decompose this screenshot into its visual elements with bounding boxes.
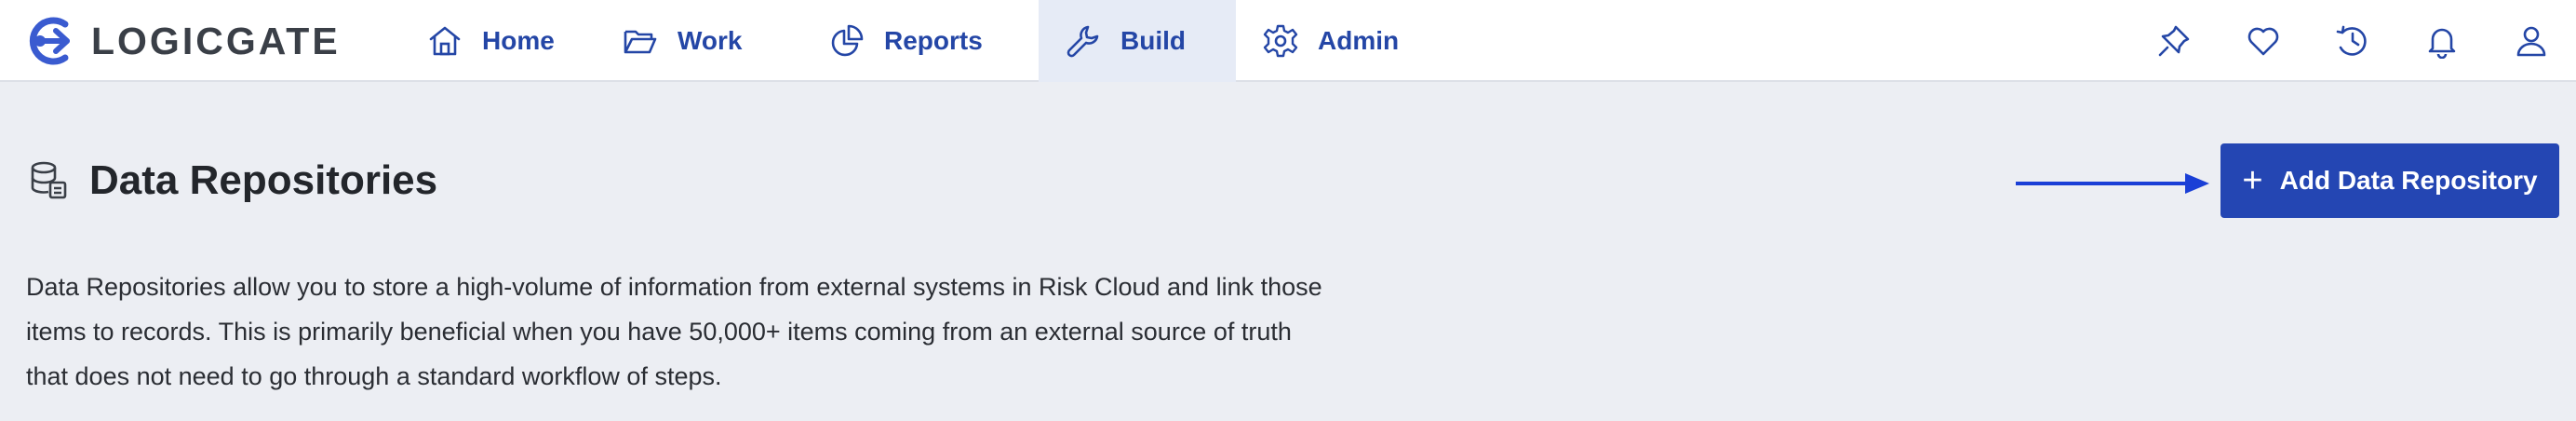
nav-item-work[interactable]: Work: [596, 0, 802, 82]
user-icon: [2516, 26, 2546, 57]
wrench-icon: [1067, 25, 1099, 58]
user-profile-button[interactable]: [2487, 0, 2576, 82]
nav-item-label: Admin: [1318, 26, 1400, 55]
notifications-button[interactable]: [2397, 0, 2487, 82]
utility-icons: [2129, 0, 2576, 82]
pin-icon: [2158, 25, 2190, 57]
heart-icon: [2247, 27, 2279, 56]
pin-button[interactable]: [2129, 0, 2219, 82]
nav-item-label: Work: [678, 26, 743, 55]
nav-item-home[interactable]: Home: [400, 0, 596, 82]
history-icon: [2336, 25, 2367, 56]
gear-icon: [1263, 24, 1298, 58]
logicgate-logo-icon: [29, 17, 70, 65]
nav-item-build[interactable]: Build: [1039, 0, 1236, 82]
nav-item-label: Home: [482, 26, 555, 55]
page-header: Data Repositories: [26, 153, 437, 209]
pie-chart-icon: [831, 24, 864, 57]
top-navigation-bar: LOGICGATE Home Work Reports Build Admin: [0, 0, 2576, 82]
nav-item-label: Build: [1120, 26, 1186, 55]
nav-item-admin[interactable]: Admin: [1236, 0, 1441, 82]
history-button[interactable]: [2308, 0, 2397, 82]
nav-item-reports[interactable]: Reports: [802, 0, 1039, 82]
home-icon: [429, 26, 461, 56]
nav-item-label: Reports: [884, 26, 983, 55]
annotation-arrow: [2016, 173, 2209, 194]
folder-icon: [624, 30, 657, 54]
add-data-repository-button[interactable]: + Add Data Repository: [2220, 143, 2559, 218]
favorites-button[interactable]: [2219, 0, 2308, 82]
brand-name: LOGICGATE: [91, 19, 341, 62]
page-description: Data Repositories allow you to store a h…: [26, 273, 1322, 390]
add-button-label: Add Data Repository: [2279, 166, 2538, 195]
bell-icon: [2428, 28, 2456, 59]
page-title: Data Repositories: [89, 157, 438, 203]
plus-icon: +: [2242, 161, 2263, 200]
logicgate-logo[interactable]: LOGICGATE: [24, 13, 341, 69]
main-nav: Home Work Reports Build Admin: [400, 0, 1441, 82]
database-icon: [31, 161, 67, 199]
